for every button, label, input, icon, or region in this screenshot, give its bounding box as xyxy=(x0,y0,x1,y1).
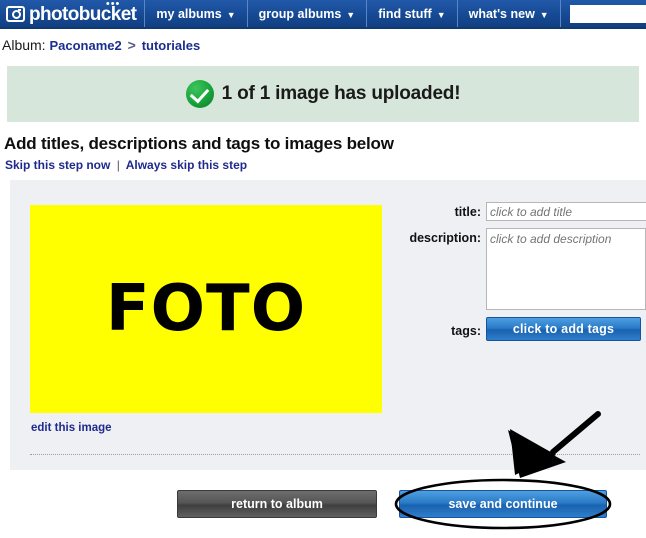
save-and-continue-button[interactable]: save and continue xyxy=(399,490,607,518)
description-input[interactable] xyxy=(486,228,646,310)
banner-content: 1 of 1 image has uploaded! xyxy=(185,80,461,108)
description-label: description: xyxy=(409,231,481,245)
tags-label: tags: xyxy=(451,324,481,338)
add-tags-button[interactable]: click to add tags xyxy=(486,317,641,341)
breadcrumb-label: Album: xyxy=(2,37,46,53)
chevron-down-icon: ▼ xyxy=(539,9,549,20)
image-details-panel: FOTO edit this image title: description:… xyxy=(10,180,646,470)
breadcrumb-separator: > xyxy=(127,37,136,53)
breadcrumb-link-root[interactable]: Paconame2 xyxy=(49,38,121,53)
nav-item-find-stuff[interactable]: find stuff ▼ xyxy=(366,0,456,27)
nav-item-label: group albums xyxy=(258,6,342,21)
image-metadata-form: title: description: tags: click to add t… xyxy=(406,202,646,348)
logo-dots-icon: ••• xyxy=(105,0,121,10)
chevron-down-icon: ▼ xyxy=(346,9,356,20)
photobucket-logo[interactable]: photobucket ••• xyxy=(0,0,144,27)
nav-item-label: find stuff xyxy=(378,6,432,21)
breadcrumb-link-current[interactable]: tutoriales xyxy=(142,38,201,53)
chevron-down-icon: ▼ xyxy=(436,9,446,20)
breadcrumb: Album: Paconame2 > tutoriales xyxy=(2,37,200,53)
always-skip-this-step-link[interactable]: Always skip this step xyxy=(126,158,247,172)
upload-success-banner: 1 of 1 image has uploaded! xyxy=(7,66,639,122)
return-to-album-button[interactable]: return to album xyxy=(177,490,377,518)
page-title: Add titles, descriptions and tags to ima… xyxy=(4,134,394,153)
chevron-down-icon: ▼ xyxy=(226,9,236,20)
thumbnail-text: FOTO xyxy=(105,272,307,346)
section-divider xyxy=(30,454,640,455)
skip-this-step-now-link[interactable]: Skip this step now xyxy=(5,158,110,172)
nav-item-label: what's new xyxy=(468,6,535,21)
skip-links: Skip this step now | Always skip this st… xyxy=(5,158,247,172)
nav-item-whats-new[interactable]: what's new ▼ xyxy=(456,0,560,27)
edit-this-image-link[interactable]: edit this image xyxy=(31,422,112,434)
top-navigation-bar: photobucket ••• my albums ▼ group albums… xyxy=(0,0,646,29)
nav-item-my-albums[interactable]: my albums ▼ xyxy=(144,0,246,27)
search-input[interactable] xyxy=(569,4,646,23)
nav-item-group-albums[interactable]: group albums ▼ xyxy=(246,0,367,27)
link-separator: | xyxy=(116,158,120,172)
title-label: title: xyxy=(454,205,481,219)
image-thumbnail[interactable]: FOTO xyxy=(30,205,382,413)
title-field-row: title: xyxy=(406,202,646,221)
nav-item-label: my albums xyxy=(156,6,222,21)
tags-field-row: tags: click to add tags xyxy=(406,317,646,341)
banner-message: 1 of 1 image has uploaded! xyxy=(221,83,461,104)
title-input[interactable] xyxy=(486,202,646,221)
nav-search-container xyxy=(559,0,646,27)
green-check-icon xyxy=(185,80,214,108)
camera-icon xyxy=(6,5,25,22)
description-field-row: description: xyxy=(406,228,646,310)
